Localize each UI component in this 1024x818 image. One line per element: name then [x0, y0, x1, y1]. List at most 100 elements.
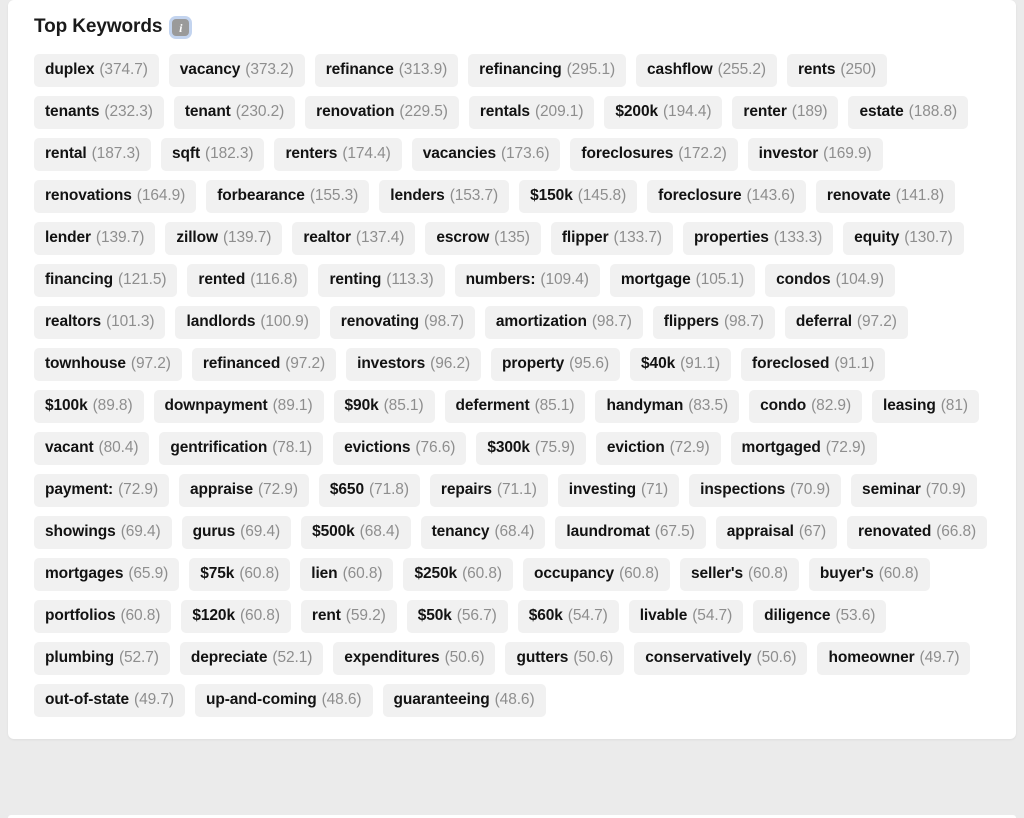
keyword-chip[interactable]: leasing (81) [872, 390, 979, 423]
keyword-chip[interactable]: appraisal (67) [715, 516, 838, 549]
keyword-chip[interactable]: conservatively (50.6) [634, 642, 808, 675]
keyword-chip[interactable]: mortgage (105.1) [609, 264, 756, 297]
keyword-chip[interactable]: investing (71) [557, 474, 680, 507]
keyword-chip[interactable]: mortgages (65.9) [34, 558, 180, 591]
keyword-chip[interactable]: $250k (60.8) [403, 558, 513, 591]
keyword-chip[interactable]: seller's (60.8) [679, 558, 799, 591]
keyword-chip[interactable]: $500k (68.4) [301, 516, 411, 549]
keyword-chip[interactable]: duplex (374.7) [34, 54, 159, 87]
keyword-chip[interactable]: showings (69.4) [34, 516, 172, 549]
keyword-chip[interactable]: rents (250) [786, 54, 888, 87]
keyword-chip[interactable]: $75k (60.8) [189, 558, 291, 591]
keyword-chip[interactable]: depreciate (52.1) [179, 642, 324, 675]
keyword-chip[interactable]: estate (188.8) [848, 96, 969, 129]
keyword-chip[interactable]: tenancy (68.4) [420, 516, 546, 549]
keyword-chip[interactable]: mortgaged (72.9) [730, 432, 877, 465]
keyword-chip[interactable]: vacant (80.4) [34, 432, 150, 465]
keyword-chip[interactable]: refinance (313.9) [314, 54, 459, 87]
keyword-chip[interactable]: investors (96.2) [346, 348, 482, 381]
keyword-chip[interactable]: tenants (232.3) [34, 96, 164, 129]
info-icon[interactable]: i [172, 19, 190, 36]
keyword-chip[interactable]: property (95.6) [491, 348, 621, 381]
keyword-chip[interactable]: up-and-coming (48.6) [194, 684, 373, 717]
keyword-chip[interactable]: portfolios (60.8) [34, 600, 172, 633]
keyword-chip[interactable]: condo (82.9) [749, 390, 863, 423]
keyword-chip[interactable]: realtor (137.4) [292, 222, 416, 255]
keyword-chip[interactable]: refinancing (295.1) [468, 54, 627, 87]
keyword-chip[interactable]: eviction (72.9) [595, 432, 721, 465]
keyword-chip[interactable]: $40k (91.1) [630, 348, 732, 381]
keyword-chip[interactable]: $650 (71.8) [318, 474, 420, 507]
keyword-chip[interactable]: appraise (72.9) [179, 474, 309, 507]
keyword-chip[interactable]: lien (60.8) [300, 558, 394, 591]
keyword-chip[interactable]: foreclosures (172.2) [570, 138, 738, 171]
keyword-chip[interactable]: vacancies (173.6) [411, 138, 561, 171]
keyword-chip[interactable]: renters (174.4) [274, 138, 402, 171]
keyword-chip[interactable]: laundromat (67.5) [555, 516, 706, 549]
keyword-chip[interactable]: $300k (75.9) [476, 432, 586, 465]
keyword-chip[interactable]: flipper (133.7) [550, 222, 673, 255]
keyword-chip[interactable]: vacancy (373.2) [168, 54, 305, 87]
keyword-chip[interactable]: escrow (135) [425, 222, 541, 255]
keyword-chip[interactable]: deferment (85.1) [444, 390, 586, 423]
keyword-chip[interactable]: renovation (229.5) [305, 96, 459, 129]
keyword-chip[interactable]: repairs (71.1) [429, 474, 548, 507]
keyword-chip[interactable]: seminar (70.9) [851, 474, 977, 507]
keyword-chip[interactable]: financing (121.5) [34, 264, 178, 297]
keyword-chip[interactable]: out-of-state (49.7) [34, 684, 185, 717]
keyword-chip[interactable]: zillow (139.7) [165, 222, 283, 255]
keyword-chip[interactable]: $50k (56.7) [406, 600, 508, 633]
keyword-chip[interactable]: guaranteeing (48.6) [382, 684, 546, 717]
keyword-chip[interactable]: numbers: (109.4) [454, 264, 600, 297]
keyword-chip[interactable]: $90k (85.1) [333, 390, 435, 423]
keyword-chip[interactable]: lenders (153.7) [379, 180, 510, 213]
keyword-chip[interactable]: gentrification (78.1) [159, 432, 324, 465]
keyword-chip[interactable]: equity (130.7) [843, 222, 964, 255]
keyword-chip[interactable]: rented (116.8) [187, 264, 309, 297]
keyword-chip[interactable]: rent (59.2) [300, 600, 397, 633]
keyword-chip[interactable]: tenant (230.2) [173, 96, 296, 129]
keyword-chip[interactable]: plumbing (52.7) [34, 642, 170, 675]
keyword-chip[interactable]: flippers (98.7) [652, 306, 775, 339]
keyword-chip[interactable]: occupancy (60.8) [522, 558, 670, 591]
keyword-chip[interactable]: renovating (98.7) [329, 306, 475, 339]
keyword-chip[interactable]: refinanced (97.2) [191, 348, 337, 381]
keyword-chip[interactable]: deferral (97.2) [784, 306, 908, 339]
keyword-chip[interactable]: $150k (145.8) [519, 180, 638, 213]
keyword-chip[interactable]: diligence (53.6) [753, 600, 887, 633]
keyword-chip[interactable]: rentals (209.1) [468, 96, 595, 129]
keyword-chip[interactable]: gurus (69.4) [181, 516, 292, 549]
keyword-chip[interactable]: forbearance (155.3) [206, 180, 370, 213]
keyword-chip[interactable]: $100k (89.8) [34, 390, 144, 423]
keyword-chip[interactable]: renter (189) [732, 96, 839, 129]
keyword-chip[interactable]: sqft (182.3) [161, 138, 265, 171]
keyword-chip[interactable]: homeowner (49.7) [817, 642, 971, 675]
keyword-chip[interactable]: inspections (70.9) [689, 474, 842, 507]
keyword-chip[interactable]: renting (113.3) [318, 264, 445, 297]
keyword-chip[interactable]: condos (104.9) [765, 264, 895, 297]
keyword-chip[interactable]: renovations (164.9) [34, 180, 197, 213]
keyword-chip[interactable]: handyman (83.5) [595, 390, 740, 423]
keyword-chip[interactable]: livable (54.7) [628, 600, 744, 633]
keyword-chip[interactable]: lender (139.7) [34, 222, 156, 255]
keyword-chip[interactable]: renovate (141.8) [815, 180, 956, 213]
keyword-chip[interactable]: downpayment (89.1) [153, 390, 324, 423]
keyword-chip[interactable]: expenditures (50.6) [333, 642, 496, 675]
keyword-chip[interactable]: cashflow (255.2) [636, 54, 777, 87]
keyword-chip[interactable]: realtors (101.3) [34, 306, 166, 339]
keyword-chip[interactable]: investor (169.9) [747, 138, 883, 171]
keyword-chip[interactable]: $120k (60.8) [181, 600, 291, 633]
keyword-chip[interactable]: foreclosed (91.1) [741, 348, 886, 381]
keyword-chip[interactable]: rental (187.3) [34, 138, 152, 171]
keyword-chip[interactable]: renovated (66.8) [847, 516, 988, 549]
keyword-chip[interactable]: townhouse (97.2) [34, 348, 182, 381]
keyword-chip[interactable]: properties (133.3) [682, 222, 834, 255]
keyword-chip[interactable]: foreclosure (143.6) [647, 180, 806, 213]
keyword-chip[interactable]: $60k (54.7) [517, 600, 619, 633]
keyword-chip[interactable]: $200k (194.4) [604, 96, 723, 129]
keyword-chip[interactable]: amortization (98.7) [484, 306, 643, 339]
keyword-chip[interactable]: evictions (76.6) [333, 432, 467, 465]
keyword-chip[interactable]: gutters (50.6) [505, 642, 625, 675]
keyword-chip[interactable]: buyer's (60.8) [808, 558, 930, 591]
keyword-chip[interactable]: payment: (72.9) [34, 474, 170, 507]
